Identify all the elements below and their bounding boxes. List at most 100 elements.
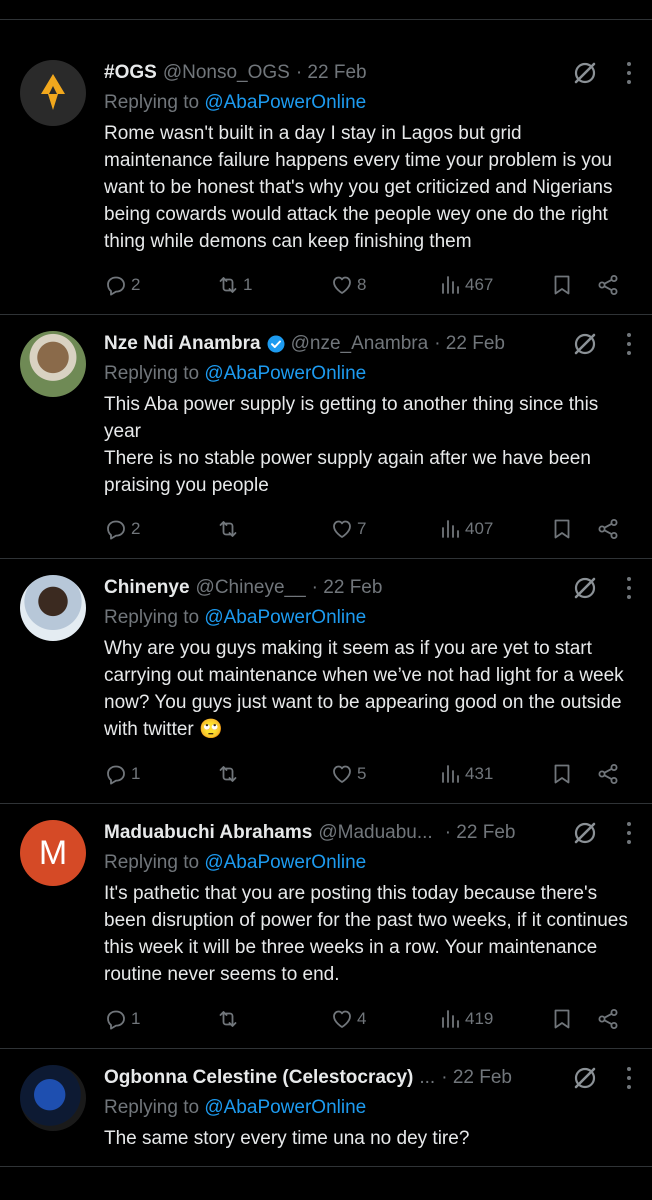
grok-icon[interactable] (572, 331, 598, 357)
reply-button[interactable]: 2 (104, 272, 140, 298)
share-button[interactable] (596, 1006, 620, 1032)
bookmark-button[interactable] (550, 272, 574, 298)
share-button[interactable] (596, 516, 620, 542)
repost-button[interactable]: 1 (216, 272, 252, 298)
like-button[interactable]: 7 (330, 516, 366, 542)
grok-icon[interactable] (572, 60, 598, 86)
more-icon[interactable] (626, 577, 632, 599)
reply-count: 1 (131, 764, 141, 783)
views-button[interactable]: 467 (438, 272, 493, 298)
avatar[interactable] (20, 331, 86, 397)
tweet-header: Maduabuchi Abrahams @Maduabu... · 22 Feb (104, 820, 632, 846)
share-button[interactable] (596, 272, 620, 298)
tweet-header: Nze Ndi Anambra @nze_Anambra · 22 Feb (104, 331, 632, 357)
like-button[interactable]: 8 (330, 272, 366, 298)
author-name[interactable]: Chinenye (104, 577, 190, 599)
timestamp[interactable]: · 22 Feb (445, 822, 516, 844)
author-handle[interactable]: ... (419, 1067, 435, 1089)
reply-tweet[interactable]: Nze Ndi Anambra @nze_Anambra · 22 Feb Re… (0, 315, 652, 558)
tweet-text: Why are you guys making it seem as if yo… (104, 638, 624, 740)
more-icon[interactable] (626, 333, 632, 355)
reply-icon (104, 762, 128, 786)
repost-icon (216, 762, 240, 786)
replying-to-link[interactable]: @AbaPowerOnline (204, 607, 366, 628)
avatar[interactable] (20, 1065, 86, 1131)
views-count: 407 (465, 519, 494, 538)
reply-count: 2 (131, 519, 141, 538)
replying-to: Replying to @AbaPowerOnline (104, 92, 632, 114)
bookmark-button[interactable] (550, 761, 574, 787)
tweet-text: Rome wasn't built in a day I stay in Lag… (104, 123, 613, 252)
reply-button[interactable]: 2 (104, 516, 140, 542)
author-handle[interactable]: @Nonso_OGS (163, 62, 290, 84)
share-button[interactable] (596, 761, 620, 787)
reply-button[interactable]: 1 (104, 761, 140, 787)
tweet-header: Chinenye @Chineye__ · 22 Feb (104, 575, 632, 601)
share-icon (596, 762, 620, 786)
verified-badge-icon (267, 335, 285, 353)
repost-button[interactable] (216, 516, 243, 542)
share-icon (596, 273, 620, 297)
more-icon[interactable] (626, 1067, 632, 1089)
views-icon (438, 517, 462, 541)
reply-tweet[interactable]: #OGS @Nonso_OGS · 22 Feb Replying to @Ab… (0, 44, 652, 314)
like-button[interactable]: 5 (330, 761, 366, 787)
reply-icon (104, 273, 128, 297)
views-button[interactable]: 419 (438, 1006, 493, 1032)
timestamp[interactable]: · 22 Feb (296, 62, 367, 84)
author-name[interactable]: Maduabuchi Abrahams (104, 822, 312, 844)
top-divider (0, 0, 652, 20)
share-icon (596, 517, 620, 541)
avatar[interactable] (20, 575, 86, 641)
grok-icon[interactable] (572, 820, 598, 846)
reply-tweet[interactable]: M Maduabuchi Abrahams @Maduabu... · 22 F… (0, 804, 652, 1048)
views-count: 467 (465, 275, 494, 294)
replying-to-link[interactable]: @AbaPowerOnline (204, 363, 366, 384)
like-count: 5 (357, 764, 367, 783)
reply-tweet[interactable]: Ogbonna Celestine (Celestocracy) ... · 2… (0, 1049, 652, 1167)
views-icon (438, 762, 462, 786)
like-count: 8 (357, 275, 367, 294)
views-button[interactable]: 431 (438, 761, 493, 787)
avatar[interactable] (20, 60, 86, 126)
like-button[interactable]: 4 (330, 1006, 366, 1032)
views-count: 431 (465, 764, 494, 783)
avatar[interactable]: M (20, 820, 86, 886)
reply-count: 1 (131, 1009, 141, 1028)
bookmark-button[interactable] (550, 516, 574, 542)
author-name[interactable]: #OGS (104, 62, 157, 84)
replying-to-link[interactable]: @AbaPowerOnline (204, 1097, 366, 1118)
replying-to-link[interactable]: @AbaPowerOnline (204, 92, 366, 113)
avatar-letter: M (38, 833, 68, 872)
replying-label: Replying to (104, 363, 205, 384)
timestamp[interactable]: · 22 Feb (441, 1067, 512, 1089)
heart-icon (330, 1007, 354, 1031)
reply-button[interactable]: 1 (104, 1006, 140, 1032)
author-handle[interactable]: @nze_Anambra (291, 333, 429, 355)
heart-icon (330, 273, 354, 297)
more-icon[interactable] (626, 822, 632, 844)
replying-to: Replying to @AbaPowerOnline (104, 607, 632, 629)
repost-button[interactable] (216, 761, 243, 787)
timestamp[interactable]: · 22 Feb (434, 333, 505, 355)
repost-icon (216, 273, 240, 297)
grok-icon[interactable] (572, 1065, 598, 1091)
author-name[interactable]: Ogbonna Celestine (Celestocracy) (104, 1067, 413, 1089)
share-icon (596, 1007, 620, 1031)
author-handle[interactable]: @Chineye__ (196, 577, 306, 599)
views-button[interactable]: 407 (438, 516, 493, 542)
heart-icon (330, 517, 354, 541)
bookmark-button[interactable] (550, 1006, 574, 1032)
author-handle[interactable]: @Maduabu... (318, 822, 432, 844)
more-icon[interactable] (626, 62, 632, 84)
replying-to-link[interactable]: @AbaPowerOnline (204, 852, 366, 873)
grok-icon[interactable] (572, 575, 598, 601)
replying-label: Replying to (104, 607, 205, 628)
repost-button[interactable] (216, 1006, 243, 1032)
reply-tweet[interactable]: Chinenye @Chineye__ · 22 Feb Replying to… (0, 559, 652, 803)
replying-to: Replying to @AbaPowerOnline (104, 363, 632, 385)
reply-icon (104, 517, 128, 541)
author-name[interactable]: Nze Ndi Anambra (104, 333, 261, 355)
timestamp[interactable]: · 22 Feb (312, 577, 383, 599)
like-count: 7 (357, 519, 367, 538)
